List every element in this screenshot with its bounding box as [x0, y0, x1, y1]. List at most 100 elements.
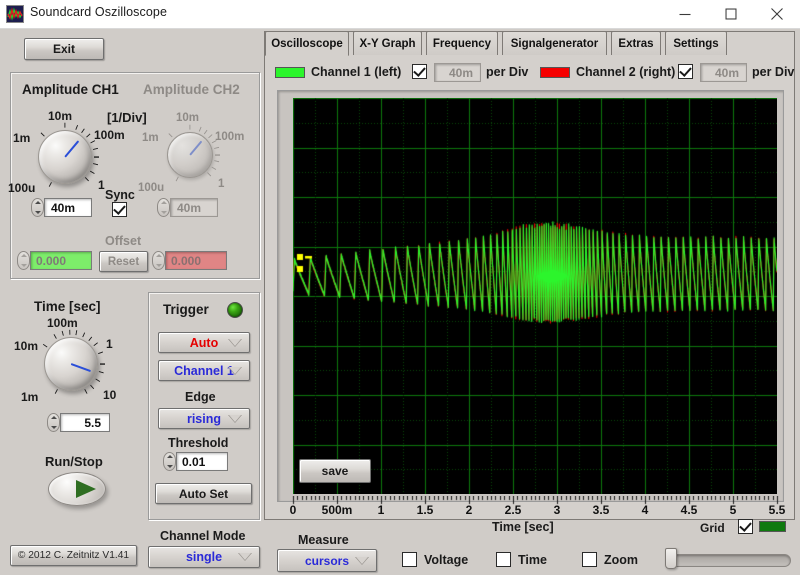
- chevron-down-icon: [228, 338, 242, 347]
- x-tick-label: 3.5: [592, 503, 610, 517]
- measure-label: Measure: [298, 533, 349, 547]
- exit-button[interactable]: Exit: [24, 38, 104, 60]
- channel-1-per-div-label: per Div: [486, 65, 529, 79]
- measure-value: cursors: [304, 553, 350, 568]
- scope-display[interactable]: [293, 98, 777, 494]
- offset-reset-button[interactable]: Reset: [99, 251, 148, 272]
- tab-oscilloscope[interactable]: Oscilloscope: [265, 31, 349, 56]
- chevron-down-icon: [238, 553, 252, 561]
- time-tick-10: 10: [103, 388, 117, 402]
- x-tick-label: 0: [289, 503, 297, 517]
- tab-label: Frequency: [432, 37, 492, 50]
- trigger-mode-value: Auto: [189, 335, 219, 350]
- chevron-down-icon: [228, 366, 242, 375]
- channel-2-enable-checkbox[interactable]: [678, 64, 693, 79]
- minimize-icon[interactable]: [662, 0, 708, 27]
- amplitude-ch2-spinner[interactable]: [157, 198, 170, 217]
- channel-1-per-div-value[interactable]: 40m: [434, 63, 481, 82]
- voltage-label: Voltage: [424, 553, 469, 567]
- tab-label: Settings: [673, 37, 719, 50]
- channel-1-enable-checkbox[interactable]: [412, 64, 427, 79]
- sync-checkbox[interactable]: [112, 202, 127, 217]
- time-tick-1: 1: [106, 337, 113, 351]
- run-stop-label: Run/Stop: [45, 454, 103, 469]
- channel-2-name: Channel 2 (right): [576, 65, 676, 79]
- channel-2-per-div-value[interactable]: 40m: [700, 63, 747, 82]
- trigger-mode-dropdown[interactable]: Auto: [158, 332, 250, 353]
- time-value[interactable]: 5.5: [60, 413, 110, 432]
- copyright-text: © 2012 C. Zeitnitz V1.41: [17, 550, 130, 561]
- offset-ch2-spinner[interactable]: [152, 251, 165, 270]
- zoom-label: Zoom: [604, 553, 639, 567]
- trigger-source-dropdown[interactable]: Channel 1: [158, 360, 250, 381]
- offset-label: Offset: [105, 234, 142, 248]
- zoom-slider-track[interactable]: [665, 554, 791, 567]
- channel-2-color-swatch: [540, 67, 570, 78]
- trigger-title: Trigger: [163, 302, 209, 317]
- scope-save-button[interactable]: save: [299, 459, 371, 483]
- trigger-threshold-spinner[interactable]: [163, 452, 176, 471]
- tab-frequency[interactable]: Frequency: [426, 31, 498, 55]
- maximize-icon[interactable]: [708, 0, 754, 27]
- trigger-threshold-value[interactable]: 0.01: [176, 452, 228, 471]
- chevron-down-icon: [228, 414, 242, 423]
- amplitude-ch1-tick-1m: 1m: [13, 131, 31, 145]
- amplitude-ch2-tick-1: 1: [218, 178, 225, 190]
- zoom-slider-thumb[interactable]: [665, 548, 677, 569]
- tab-x-y-graph[interactable]: X-Y Graph: [353, 31, 422, 55]
- time-tick-100m: 100m: [47, 316, 78, 330]
- zoom-checkbox[interactable]: [582, 552, 597, 567]
- tab-signalgenerator[interactable]: Signalgenerator: [502, 31, 607, 55]
- trigger-threshold-label: Threshold: [168, 436, 229, 450]
- offset-ch1-value[interactable]: 0.000: [30, 251, 92, 270]
- amplitude-ch2-tick-100u: 100u: [138, 182, 165, 194]
- measure-dropdown[interactable]: cursors: [277, 549, 377, 572]
- x-tick-label: 3: [553, 503, 561, 517]
- amplitude-ch2-title: Amplitude CH2: [143, 82, 240, 97]
- voltage-checkbox[interactable]: [402, 552, 417, 567]
- offset-ch1-spinner[interactable]: [17, 251, 30, 270]
- channel-1-color-swatch: [275, 67, 305, 78]
- auto-set-button[interactable]: Auto Set: [155, 483, 252, 504]
- per-div-label: [1/Div]: [107, 110, 147, 125]
- x-tick-label: 5.5: [768, 503, 786, 517]
- x-tick-label: 2.5: [504, 503, 522, 517]
- amplitude-ch1-tick-100u: 100u: [8, 181, 36, 195]
- time-measure-checkbox[interactable]: [496, 552, 511, 567]
- close-icon[interactable]: [754, 0, 800, 27]
- grid-checkbox[interactable]: [738, 519, 753, 534]
- tab-label: Oscilloscope: [271, 37, 343, 50]
- amplitude-ch2-value[interactable]: 40m: [170, 198, 218, 217]
- channel-mode-value: single: [185, 550, 223, 564]
- channel-2-per-div-label: per Div: [752, 65, 795, 79]
- time-value-spinner[interactable]: [47, 413, 60, 432]
- channel-1-name: Channel 1 (left): [311, 65, 402, 79]
- time-tick-10m: 10m: [14, 339, 39, 353]
- auto-set-label: Auto Set: [178, 486, 229, 501]
- copyright-bar: © 2012 C. Zeitnitz V1.41: [10, 545, 137, 566]
- trigger-edge-dropdown[interactable]: rising: [158, 408, 250, 429]
- grid-color-swatch[interactable]: [759, 521, 786, 532]
- amplitude-ch2-tick-1m: 1m: [142, 132, 159, 144]
- x-tick-label: 2: [465, 503, 473, 517]
- amplitude-ch1-spinner[interactable]: [31, 198, 44, 217]
- channel-mode-label: Channel Mode: [160, 529, 246, 543]
- amplitude-ch1-value[interactable]: 40m: [44, 198, 92, 217]
- channel-mode-dropdown[interactable]: single: [148, 546, 260, 568]
- waveform-app-icon: [6, 5, 24, 23]
- x-axis-tick-labels: 0 500m 1 1.5 2 2.5 3 3.5 4 4.5 5 5.5: [285, 503, 786, 519]
- play-icon: [76, 480, 96, 498]
- title-bar: Soundcard Oszilloscope: [0, 0, 800, 29]
- x-tick-label: 4.5: [680, 503, 698, 517]
- waveform-canvas: [293, 98, 777, 494]
- tab-settings[interactable]: Settings: [665, 31, 727, 55]
- amplitude-ch1-tick-100m: 100m: [94, 128, 125, 142]
- trigger-edge-label: Edge: [185, 390, 216, 404]
- amplitude-ch1-tick-1: 1: [98, 178, 105, 192]
- tab-label: Signalgenerator: [510, 37, 599, 50]
- chevron-down-icon: [355, 556, 369, 565]
- scope-save-label: save: [321, 464, 349, 478]
- offset-ch2-value[interactable]: 0.000: [165, 251, 227, 270]
- run-stop-button[interactable]: [48, 472, 106, 506]
- tab-extras[interactable]: Extras: [611, 31, 661, 55]
